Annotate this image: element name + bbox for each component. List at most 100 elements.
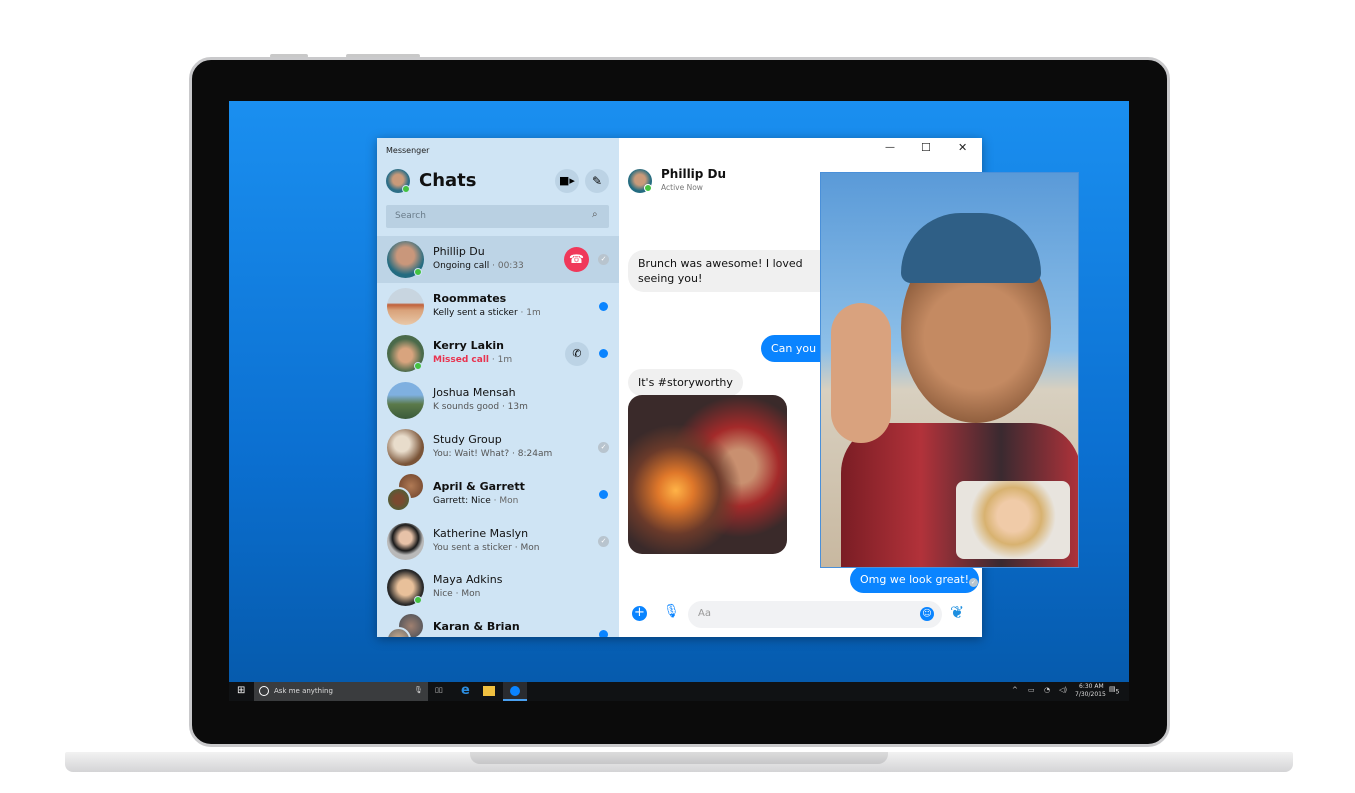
preview-time: · 1m <box>520 308 541 318</box>
preview-text: Ongoing call <box>433 261 490 271</box>
video-call-button[interactable]: ■▸ <box>555 169 579 193</box>
close-button[interactable]: ✕ <box>958 141 967 154</box>
read-check-icon: ✓ <box>598 254 609 265</box>
desktop-screen: Messenger Chats ■▸ ✎ Search ⌕ Phillip Du… <box>229 101 1129 701</box>
chat-name: Katherine Maslyn <box>433 527 529 540</box>
cortana-icon <box>259 686 269 696</box>
chat-preview: Missed call · 1m <box>433 355 512 365</box>
emoji-icon[interactable]: ☺ <box>920 607 934 621</box>
message-bubble: It's #storyworthy <box>628 369 743 396</box>
chat-item-study-group[interactable]: Study Group You: Wait! What? · 8:24am ✓ <box>377 424 619 471</box>
read-check-icon: ✓ <box>598 536 609 547</box>
file-explorer-icon[interactable] <box>483 686 495 696</box>
chat-item-karan-brian[interactable]: Karan & Brian <box>377 611 619 637</box>
chat-item-joshua-mensah[interactable]: Joshua Mensah K sounds good · 13m <box>377 377 619 424</box>
shared-photo[interactable] <box>628 395 787 554</box>
end-call-button[interactable]: ☎ <box>564 247 589 272</box>
contact-status: Active Now <box>661 183 703 192</box>
caller-video-hand <box>831 303 891 443</box>
messenger-taskbar-button[interactable] <box>503 682 527 701</box>
chat-item-katherine-maslyn[interactable]: Katherine Maslyn You sent a sticker · Mo… <box>377 518 619 565</box>
avatar <box>387 288 424 325</box>
preview-time: · Mon <box>514 543 540 553</box>
task-view-icon[interactable]: ▯▯ <box>435 686 443 694</box>
plus-icon: + <box>634 605 645 620</box>
preview-time: · 00:33 <box>492 261 524 271</box>
contact-name[interactable]: Phillip Du <box>661 167 726 181</box>
seen-check-icon: ✓ <box>969 578 978 587</box>
video-call-window[interactable] <box>820 172 1079 568</box>
edge-icon[interactable]: e <box>461 683 470 698</box>
preview-text: Garrett: Nice <box>433 496 491 506</box>
butterfly-icon: ❦ <box>950 603 965 623</box>
chat-preview: Ongoing call · 00:33 <box>433 261 524 271</box>
chat-name: Maya Adkins <box>433 573 503 586</box>
action-center-icon[interactable]: ▤5 <box>1109 685 1119 695</box>
online-indicator <box>402 185 410 193</box>
show-hidden-icons[interactable]: ^ <box>1012 686 1018 694</box>
online-indicator <box>414 596 422 604</box>
message-placeholder: Aa <box>698 608 711 619</box>
chat-name: Kerry Lakin <box>433 339 504 352</box>
chat-name: Phillip Du <box>433 245 485 258</box>
clock-time[interactable]: 6:30 AM <box>1079 683 1104 690</box>
preview-time: · 13m <box>501 402 528 412</box>
microphone-button[interactable]: 🎙 <box>663 604 680 619</box>
chat-preview: You: Wait! What? · 8:24am <box>433 449 552 459</box>
search-input[interactable]: Search ⌕ <box>386 205 609 228</box>
taskbar: ⊞ Ask me anything 🎙 ▯▯ e ^ ▭ ◔ ◁) 6:30 A… <box>229 682 1129 701</box>
avatar <box>386 487 411 512</box>
cortana-search-box[interactable]: Ask me anything 🎙 <box>254 682 428 701</box>
window-title: Messenger <box>386 146 430 155</box>
preview-text: You sent a sticker <box>433 543 512 553</box>
avatar <box>387 523 424 560</box>
preview-text: Kelly sent a sticker <box>433 308 518 318</box>
chat-preview: Nice · Mon <box>433 589 480 599</box>
search-icon: ⌕ <box>592 209 598 220</box>
call-back-button[interactable]: ✆ <box>565 342 589 366</box>
minimize-button[interactable]: — <box>885 142 895 153</box>
chat-item-april-garrett[interactable]: April & Garrett Garrett: Nice · Mon <box>377 471 619 518</box>
preview-time: · Mon <box>493 496 519 506</box>
read-check-icon: ✓ <box>598 442 609 453</box>
unread-indicator <box>599 630 608 637</box>
maximize-button[interactable]: ☐ <box>921 141 931 154</box>
clock-date[interactable]: 7/30/2015 <box>1075 691 1106 698</box>
video-camera-icon: ■▸ <box>559 174 575 187</box>
preview-time: · 8:24am <box>512 449 553 459</box>
wifi-icon[interactable]: ◔ <box>1044 686 1050 694</box>
chat-item-maya-adkins[interactable]: Maya Adkins Nice · Mon <box>377 564 619 611</box>
compose-icon: ✎ <box>591 174 603 188</box>
start-button[interactable]: ⊞ <box>237 686 245 696</box>
add-button[interactable]: + <box>632 606 647 621</box>
battery-icon[interactable]: ▭ <box>1028 686 1035 694</box>
unread-indicator <box>599 349 608 358</box>
volume-icon[interactable]: ◁) <box>1059 686 1067 694</box>
unread-indicator <box>599 302 608 311</box>
laptop-base-notch <box>470 752 888 764</box>
chat-preview: K sounds good · 13m <box>433 402 528 412</box>
online-indicator <box>414 362 422 370</box>
message-bubble: Brunch was awesome! I loved seeing you! <box>628 250 838 292</box>
chat-preview: You sent a sticker · Mon <box>433 543 539 553</box>
caller-video-cap <box>901 213 1041 283</box>
sidebar: Messenger Chats ■▸ ✎ Search ⌕ Phillip Du… <box>377 138 619 637</box>
avatar <box>387 382 424 419</box>
chat-item-kerry-lakin[interactable]: Kerry Lakin Missed call · 1m ✆ <box>377 330 619 377</box>
chat-name: April & Garrett <box>433 480 525 493</box>
chat-item-roommates[interactable]: Roommates Kelly sent a sticker · 1m <box>377 283 619 330</box>
online-indicator <box>414 268 422 276</box>
unread-indicator <box>599 490 608 499</box>
preview-text: You: Wait! What? <box>433 449 510 459</box>
notification-count: 5 <box>1115 689 1120 696</box>
hang-up-icon: ☎ <box>569 252 584 266</box>
chat-item-phillip-du[interactable]: Phillip Du Ongoing call · 00:33 ☎ ✓ <box>377 236 619 283</box>
self-view-video[interactable] <box>956 481 1070 559</box>
missed-call-text: Missed call <box>433 355 490 365</box>
compose-button[interactable]: ✎ <box>585 169 609 193</box>
chat-preview: Garrett: Nice · Mon <box>433 496 518 506</box>
phone-icon: ✆ <box>572 347 582 360</box>
chat-name: Joshua Mensah <box>433 386 516 399</box>
message-input[interactable]: Aa ☺ <box>688 601 942 628</box>
butterfly-sticker-button[interactable]: ❦ <box>950 603 964 623</box>
